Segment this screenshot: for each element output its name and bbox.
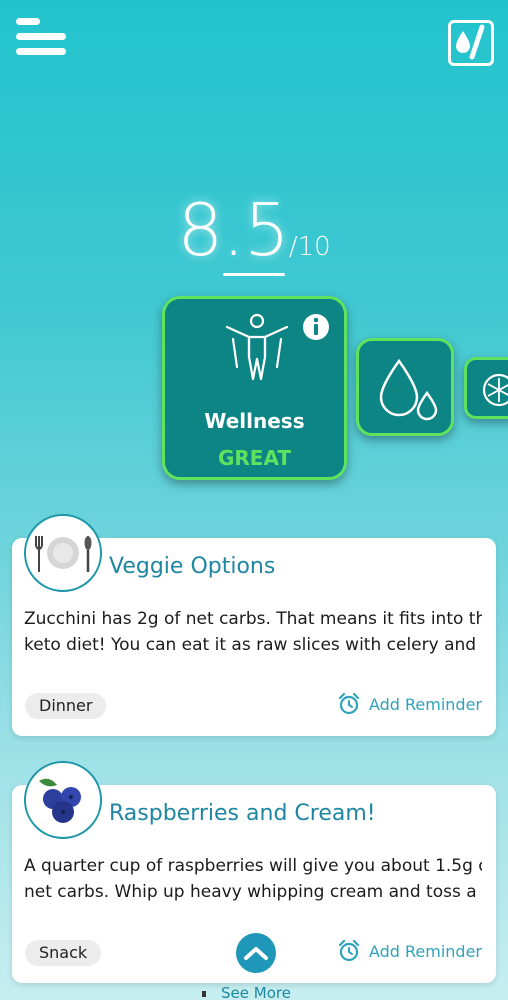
see-more-link[interactable]: See More (221, 984, 291, 1000)
card-title: Veggie Options (109, 554, 276, 579)
card-body: Zucchini has 2g of net carbs. That means… (24, 606, 482, 658)
see-more-marker (202, 991, 206, 997)
hamburger-menu-icon[interactable] (16, 18, 68, 58)
card-body-line: keto diet! You can eat it as raw slices … (24, 635, 482, 655)
alarm-clock-icon (338, 692, 360, 715)
water-drops-icon (379, 358, 438, 421)
alarm-clock-icon (338, 939, 360, 962)
wellness-tile[interactable]: Wellness GREAT (162, 296, 347, 480)
tile-status: GREAT (217, 446, 292, 470)
citrus-slice-icon (482, 373, 508, 407)
add-reminder-label: Add Reminder (368, 694, 482, 714)
water-tile[interactable] (356, 338, 454, 436)
wellness-score: 8.5/10 (0, 188, 508, 272)
scroll-up-button[interactable] (236, 933, 276, 973)
card-title: Raspberries and Cream! (109, 801, 376, 826)
card-body: A quarter cup of raspberries will give y… (24, 853, 482, 905)
add-reminder-button[interactable]: Add Reminder (337, 939, 482, 963)
add-reminder-label: Add Reminder (368, 941, 482, 961)
plate-cutlery-icon (24, 514, 102, 592)
tile-label: Wellness (204, 409, 305, 433)
drink-tracker-icon[interactable] (448, 20, 494, 66)
score-underline (223, 273, 285, 276)
berries-icon (24, 761, 102, 839)
chevron-up-icon (244, 947, 268, 960)
score-value: 8.5 (177, 188, 290, 272)
meal-tag: Dinner (25, 693, 107, 719)
citrus-tile[interactable] (464, 357, 508, 419)
wellness-figure-icon (225, 313, 289, 381)
score-max: /10 (288, 232, 331, 262)
add-reminder-button[interactable]: Add Reminder (337, 692, 482, 716)
tip-card[interactable]: Veggie Options Zucchini has 2g of net ca… (12, 514, 496, 736)
card-body-line: net carbs. Whip up heavy whipping cream … (24, 882, 482, 902)
info-icon[interactable] (302, 313, 330, 341)
card-body-line: A quarter cup of raspberries will give y… (24, 856, 482, 876)
meal-tag: Snack (25, 940, 102, 966)
card-body-line: Zucchini has 2g of net carbs. That means… (24, 609, 482, 629)
